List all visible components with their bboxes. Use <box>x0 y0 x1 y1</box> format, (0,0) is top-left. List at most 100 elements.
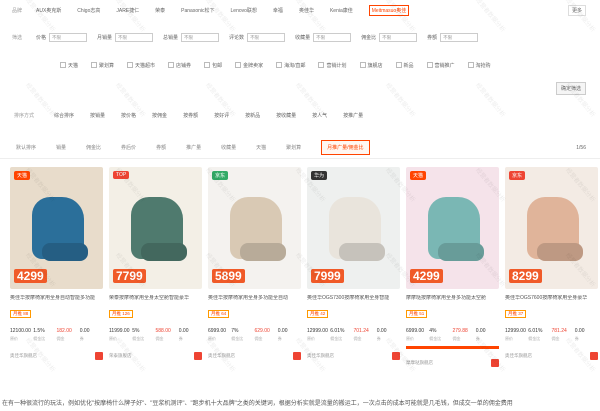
brand-option[interactable]: JARE捷仁 <box>116 7 139 14</box>
product-title[interactable]: 奥佳华OGS7600按摩椅家用全身豪华 <box>505 295 598 302</box>
shop-name[interactable]: 奥佳华旗舰店 <box>208 353 235 359</box>
product-card[interactable]: 京东 8299 奥佳华OGS7600按摩椅家用全身豪华 月推 37 12999.00 6.… <box>505 167 598 367</box>
product-image[interactable]: 京东 5899 <box>208 167 301 289</box>
filter-checkbox[interactable]: 新品 <box>395 62 414 69</box>
shop-name[interactable]: 奥佳华旗舰店 <box>505 353 532 359</box>
filter-select[interactable]: 不限 <box>440 32 479 42</box>
filter-checkbox[interactable]: 天猫超市 <box>127 62 155 69</box>
filter-select[interactable]: 不限 <box>49 32 88 42</box>
filter-select[interactable]: 不限 <box>181 32 220 42</box>
stat-label: 佣金比 <box>330 336 343 341</box>
product-card[interactable]: 天猫 4299 摩摩哒按摩椅家用全身多功能太空舱 月推 51 6999.00 4% 279.… <box>406 167 499 367</box>
sort-option[interactable]: 按佣金 <box>152 112 167 119</box>
checkbox-box[interactable] <box>204 62 211 68</box>
product-image[interactable]: 京东 8299 <box>505 167 598 289</box>
filter-checkbox[interactable]: 海淘/直邮 <box>276 62 305 69</box>
filter-select[interactable]: 不限 <box>247 32 286 42</box>
result-tab[interactable]: 聚划算 <box>286 144 301 151</box>
product-title[interactable]: 荣泰按摩椅家用全身太空舱智能豪华 <box>109 295 202 302</box>
checkbox-box[interactable] <box>395 62 402 68</box>
result-tab[interactable]: 券后价 <box>121 144 136 151</box>
checkbox-box[interactable] <box>426 62 433 68</box>
result-tab[interactable]: 销量 <box>56 144 66 151</box>
sort-option[interactable]: 按推广量 <box>343 112 363 119</box>
checkbox-box[interactable] <box>168 62 175 68</box>
brand-option[interactable]: Chigo志高 <box>77 7 100 14</box>
brand-option[interactable]: Kenia康佳 <box>330 7 353 14</box>
sort-option[interactable]: 按好评 <box>214 112 229 119</box>
stat-labels: 原价 佣金比 佣金 券 <box>10 336 103 342</box>
action-icon[interactable] <box>95 352 103 360</box>
product-title[interactable]: 奥佳华OGS7300按摩椅家用全身智能 <box>307 295 400 302</box>
hot-badge: 月推 42 <box>307 310 329 318</box>
product-title[interactable]: 摩摩哒按摩椅家用全身多功能太空舱 <box>406 295 499 302</box>
brand-option[interactable]: Panasonic松下 <box>181 7 214 14</box>
checkbox-box[interactable] <box>60 62 66 68</box>
filter-select[interactable]: 不限 <box>379 32 418 42</box>
shop-name[interactable]: 奥佳华旗舰店 <box>307 353 334 359</box>
sort-option[interactable]: 按销量 <box>90 112 105 119</box>
checkbox-box[interactable] <box>359 62 366 68</box>
filter-checkbox[interactable]: 旗舰店 <box>359 62 383 69</box>
result-tab[interactable]: 默认排序 <box>16 144 36 151</box>
sort-option[interactable]: 按人气 <box>312 112 327 119</box>
filter-checkbox[interactable]: 营销推广 <box>426 62 455 69</box>
brand-option[interactable]: Meitmasuo奥佳 <box>368 4 410 16</box>
checkbox-box[interactable] <box>467 62 474 68</box>
checkbox-box[interactable] <box>91 62 98 68</box>
brand-option[interactable]: Lenovo联想 <box>231 7 257 14</box>
result-tab[interactable]: 收藏量 <box>221 144 236 151</box>
sort-option[interactable]: 综合排序 <box>54 112 74 119</box>
brand-option[interactable]: AUX奥克斯 <box>36 7 61 14</box>
result-tab[interactable]: 券额 <box>156 144 166 151</box>
filter-select[interactable]: 不限 <box>115 32 154 42</box>
filter-checkbox[interactable]: 营销计划 <box>318 62 347 69</box>
shop-name[interactable]: 荣泰旗舰店 <box>109 353 132 359</box>
result-tab[interactable]: 天猫 <box>256 144 266 151</box>
product-image[interactable]: TOP 7799 <box>109 167 202 289</box>
product-title[interactable]: 奥佳华按摩椅家用全身多功能全自动 <box>208 295 301 302</box>
more-brands-button[interactable]: 更多 <box>567 5 586 16</box>
apply-filter-button[interactable]: 确定筛选 <box>555 82 586 95</box>
action-icon[interactable] <box>590 352 598 360</box>
action-icon[interactable] <box>194 352 202 360</box>
product-card[interactable]: TOP 7799 荣泰按摩椅家用全身太空舱智能豪华 月推 126 11999.00 5% 5… <box>109 167 202 367</box>
result-tab[interactable]: 佣金比 <box>86 144 101 151</box>
shop-name[interactable]: 奥佳华旗舰店 <box>10 353 37 359</box>
stat-labels: 原价 佣金比 佣金 券 <box>109 336 202 342</box>
checkbox-box[interactable] <box>127 62 134 68</box>
brand-filter-row: 品牌 AUX奥克斯 Chigo志高 JARE捷仁 荣泰 Panasonic松下 Lenov… <box>0 0 600 20</box>
product-card[interactable]: 京东 5899 奥佳华按摩椅家用全身多功能全自动 月推 64 6999.00 7% 629.… <box>208 167 301 367</box>
checkbox-box[interactable] <box>235 62 242 68</box>
filter-checkbox[interactable]: 聚划算 <box>91 62 114 69</box>
result-tab[interactable]: 推广量 <box>186 144 201 151</box>
sort-option[interactable]: 按新品 <box>245 112 260 119</box>
product-title[interactable]: 奥佳华按摩椅家用全身自动智能多功能 <box>10 295 103 302</box>
product-card[interactable]: 华为 7999 奥佳华OGS7300按摩椅家用全身智能 月推 42 12999.00 6.… <box>307 167 400 367</box>
shop-name[interactable]: 摩摩哒旗舰店 <box>406 360 433 366</box>
action-icon[interactable] <box>293 352 301 360</box>
product-card[interactable]: 天猫 4299 奥佳华按摩椅家用全身自动智能多功能 月推 88 12100.00 1.5%… <box>10 167 103 367</box>
filter-checkbox[interactable]: 店铺券 <box>168 62 191 69</box>
product-image[interactable]: 天猫 4299 <box>406 167 499 289</box>
filter-checkbox[interactable]: 天猫 <box>60 62 78 69</box>
brand-option[interactable]: 奥佳华 <box>299 7 314 14</box>
filter-checkbox[interactable]: 淘抢购 <box>467 62 491 69</box>
sort-option[interactable]: 按券额 <box>183 112 198 119</box>
filter-select[interactable]: 不限 <box>313 32 352 42</box>
filter-checkbox[interactable]: 包邮 <box>204 62 222 69</box>
checkbox-box[interactable] <box>276 62 283 68</box>
sort-option[interactable]: 按价格 <box>121 112 136 119</box>
action-icon[interactable] <box>491 359 499 367</box>
sort-option[interactable]: 按收藏量 <box>276 112 296 119</box>
brand-option[interactable]: 幸福 <box>273 7 283 14</box>
product-image[interactable]: 天猫 4299 <box>10 167 103 289</box>
product-image[interactable]: 华为 7999 <box>307 167 400 289</box>
filter-field: 总销量 不限 <box>163 32 220 42</box>
checkbox-box[interactable] <box>318 62 325 68</box>
action-icon[interactable] <box>392 352 400 360</box>
stat-value: 1.5% <box>33 328 45 334</box>
result-tab[interactable]: 月推广量/佣金比 <box>321 140 370 155</box>
brand-option[interactable]: 荣泰 <box>155 7 165 14</box>
filter-checkbox[interactable]: 金牌卖家 <box>235 62 263 69</box>
